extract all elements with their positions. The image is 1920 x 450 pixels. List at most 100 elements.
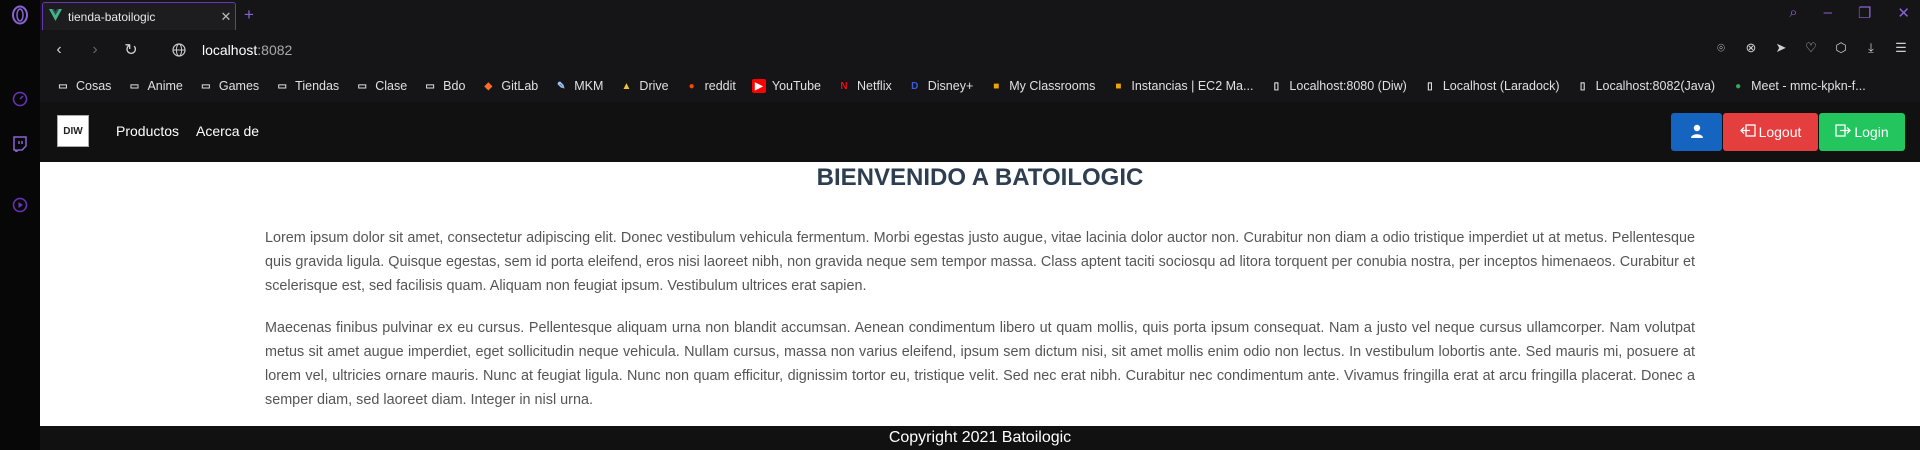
- page-footer: Copyright 2021 Batoilogic: [40, 426, 1920, 450]
- send-icon[interactable]: ➤: [1772, 40, 1790, 56]
- close-window-icon[interactable]: ✕: [1897, 4, 1910, 22]
- mkm-icon: ✎: [557, 80, 566, 92]
- logout-button[interactable]: Logout: [1723, 113, 1818, 151]
- bookmarks-bar: ▭ Cosas ▭ Anime ▭ Games ▭ Tiendas ▭ Clase ▭ Bdo ◆ Git…: [40, 70, 1920, 102]
- bookmark-label: MKM: [574, 79, 604, 93]
- new-tab-icon[interactable]: +: [244, 5, 254, 25]
- netflix-icon: N: [840, 80, 848, 92]
- web-page: DIW Productos Acerca de Logout Login BIE…: [40, 102, 1920, 450]
- bookmark-label: Disney+: [927, 79, 974, 93]
- bookmark-cosas[interactable]: ▭ Cosas: [56, 79, 111, 93]
- bookmark-my-classrooms[interactable]: ■ My Classrooms: [989, 79, 1095, 93]
- forward-icon[interactable]: ›: [86, 41, 104, 59]
- bookmark-mkm[interactable]: ✎ MKM: [554, 79, 603, 93]
- page-title: BIENVENIDO A BATOILOGIC: [816, 164, 1144, 191]
- bookmark-youtube[interactable]: ▶ YouTube: [751, 79, 821, 93]
- back-icon[interactable]: ‹: [50, 41, 68, 59]
- gitlab-icon: ◆: [484, 80, 493, 92]
- tab-title: tienda-batoilogic: [68, 9, 156, 24]
- bookmark-label: Localhost:8080 (Diw): [1289, 79, 1407, 93]
- logout-label: Logout: [1758, 124, 1802, 140]
- bookmark-label: Cosas: [76, 79, 112, 93]
- address-bar: ‹ › ↻ localhost:8082 ⌾ ⊗ ➤ ♡ ⬡ ⤓ ☰: [40, 30, 1920, 70]
- nav-productos[interactable]: Productos: [116, 123, 179, 139]
- bookmark-label: Tiendas: [295, 79, 340, 93]
- folder-icon: ▭: [425, 80, 435, 92]
- bookmark-instancias-ec2-ma[interactable]: ■ Instancias | EC2 Ma...: [1111, 79, 1253, 93]
- bookmark-localhost-8082-java[interactable]: ▯ Localhost:8082(Java): [1576, 79, 1716, 93]
- opera-logo-icon[interactable]: [9, 4, 31, 26]
- folder-icon: ▭: [201, 80, 211, 92]
- bookmark-localhost-8080-diw[interactable]: ▯ Localhost:8080 (Diw): [1269, 79, 1407, 93]
- easy-setup-icon[interactable]: ☰: [1892, 40, 1910, 56]
- download-icon[interactable]: ⤓: [1862, 40, 1880, 56]
- bookmark-reddit[interactable]: ● reddit: [685, 79, 736, 93]
- minimize-icon[interactable]: –: [1824, 4, 1832, 22]
- bookmark-label: Meet - mmc-kpkn-f...: [1751, 79, 1866, 93]
- bookmark-clase[interactable]: ▭ Clase: [355, 79, 407, 93]
- bookmark-label: Drive: [639, 79, 669, 93]
- window-controls: ⌕ – ❐ ✕: [1789, 4, 1910, 22]
- player-icon[interactable]: [9, 194, 31, 216]
- user-button[interactable]: [1671, 113, 1722, 151]
- bookmark-localhost-laradock[interactable]: ▯ Localhost (Laradock): [1423, 79, 1560, 93]
- aws-icon: ■: [993, 80, 1000, 92]
- page-icon: ▯: [1427, 80, 1433, 92]
- bookmark-drive[interactable]: ▲ Drive: [619, 79, 668, 93]
- tab-bar: tienda-batoilogic ✕ + ⌕ – ❐ ✕: [40, 0, 1920, 30]
- folder-icon: ▭: [129, 80, 140, 92]
- snapshot-icon[interactable]: ⌾: [1712, 40, 1730, 56]
- bookmark-tiendas[interactable]: ▭ Tiendas: [275, 79, 339, 93]
- login-icon: [1835, 124, 1852, 140]
- close-tab-icon[interactable]: ✕: [217, 9, 235, 25]
- bookmark-gitlab[interactable]: ◆ GitLab: [481, 79, 539, 93]
- reload-icon[interactable]: ↻: [122, 40, 140, 60]
- disney-icon: D: [911, 80, 919, 92]
- search-tabs-icon[interactable]: ⌕: [1789, 4, 1797, 22]
- bookmark-label: GitLab: [501, 79, 539, 93]
- bookmark-netflix[interactable]: N Netflix: [837, 79, 892, 93]
- adblock-icon[interactable]: ⊗: [1742, 40, 1760, 56]
- extensions-icon[interactable]: ⬡: [1832, 40, 1850, 56]
- bookmark-label: Games: [218, 79, 260, 93]
- folder-icon: ▭: [277, 80, 287, 92]
- twitch-icon[interactable]: [9, 133, 31, 155]
- restore-icon[interactable]: ❐: [1858, 4, 1871, 22]
- active-tab[interactable]: tienda-batoilogic ✕: [42, 2, 236, 30]
- aws-icon: ■: [1115, 80, 1122, 92]
- login-button[interactable]: Login: [1819, 113, 1905, 151]
- bookmark-label: Localhost:8082(Java): [1595, 79, 1716, 93]
- bookmark-disney[interactable]: D Disney+: [908, 79, 974, 93]
- bookmark-meet-mmc-kpkn-f[interactable]: ● Meet - mmc-kpkn-f...: [1731, 79, 1866, 93]
- login-label: Login: [1854, 124, 1889, 140]
- intro-paragraph-1: Lorem ipsum dolor sit amet, consectetur …: [265, 230, 1695, 294]
- nav-acerca-de[interactable]: Acerca de: [196, 123, 259, 139]
- bookmark-label: Clase: [375, 79, 408, 93]
- app-navbar: DIW Productos Acerca de Logout Login: [40, 102, 1920, 162]
- bookmark-label: Bdo: [443, 79, 466, 93]
- youtube-icon: ▶: [751, 79, 766, 93]
- browser-sidebar: [0, 0, 40, 450]
- user-icon: [1690, 124, 1704, 141]
- brand-logo[interactable]: DIW: [57, 115, 89, 147]
- bookmark-label: reddit: [704, 79, 736, 93]
- heart-icon[interactable]: ♡: [1802, 40, 1820, 56]
- bookmark-anime[interactable]: ▭ Anime: [127, 79, 183, 93]
- bookmark-games[interactable]: ▭ Games: [199, 79, 259, 93]
- bookmark-label: Netflix: [857, 79, 892, 93]
- intro-paragraph-2: Maecenas finibus pulvinar ex eu cursus. …: [265, 320, 1695, 408]
- page-icon: ▯: [1579, 80, 1586, 92]
- reddit-icon: ●: [688, 80, 695, 92]
- bookmark-label: Instancias | EC2 Ma...: [1131, 79, 1254, 93]
- folder-icon: ▭: [357, 80, 367, 92]
- meet-icon: ●: [1735, 80, 1742, 92]
- speed-dial-icon[interactable]: [9, 88, 31, 110]
- bookmark-label: Anime: [147, 79, 183, 93]
- bookmark-label: Localhost (Laradock): [1442, 79, 1560, 93]
- logout-icon: [1739, 124, 1756, 140]
- bookmark-label: YouTube: [771, 79, 821, 93]
- url-input[interactable]: localhost:8082: [202, 42, 292, 58]
- globe-icon: [170, 43, 188, 57]
- page-icon: ▯: [1273, 80, 1280, 92]
- bookmark-bdo[interactable]: ▭ Bdo: [423, 79, 465, 93]
